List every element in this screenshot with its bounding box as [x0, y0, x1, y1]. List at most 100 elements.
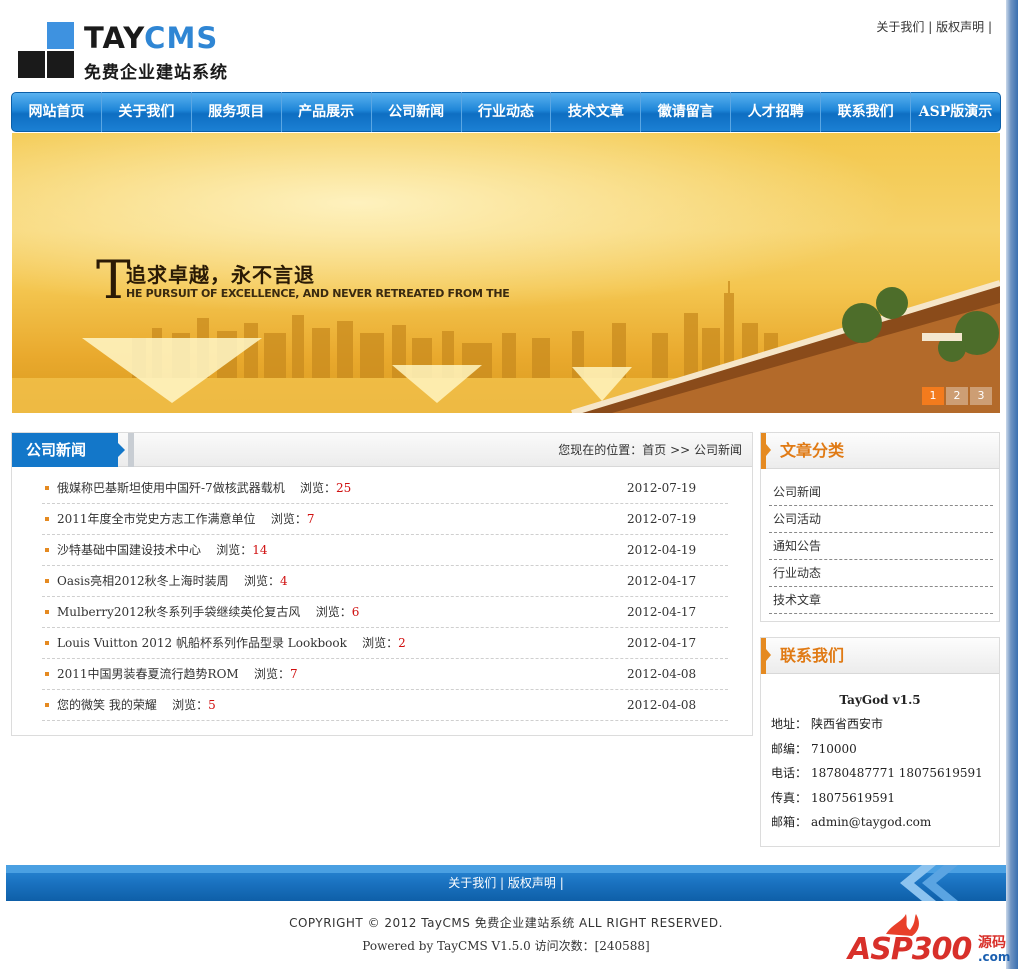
news-views-count: 7	[306, 512, 315, 526]
contact-info: TayGod v1.5 地址： 陕西省西安市 邮编： 710000 电话： 18780…	[761, 674, 999, 835]
news-row[interactable]: Oasis亮相2012秋冬上海时装周 浏览：4 2012-04-17	[42, 566, 728, 597]
news-views-count: 5	[208, 698, 216, 712]
category-item[interactable]: 技术文章	[769, 587, 993, 614]
footer-link-sep: |	[500, 876, 505, 890]
news-title[interactable]: 您的微笑 我的荣耀	[57, 698, 157, 712]
news-row[interactable]: Louis Vuitton 2012 帆船杯系列作品型录 Lookbook 浏览…	[42, 628, 728, 659]
watermark-suffix-top: 源码	[978, 935, 1006, 951]
nav-item-about[interactable]: 关于我们	[102, 92, 192, 132]
bullet-icon	[45, 703, 49, 707]
news-title-link[interactable]: 您的微笑 我的荣耀 浏览：5	[57, 690, 216, 721]
hero-banner[interactable]: T 追求卓越，永不言退 HE PURSUIT OF EXCELLENCE, AN…	[12, 133, 1000, 413]
news-views-count: 14	[252, 543, 268, 557]
news-row[interactable]: Mulberry2012秋冬系列手袋继续英伦复古风 浏览：6 2012-04-17	[42, 597, 728, 628]
logo-wordmark: TAYCMS	[84, 22, 218, 54]
category-item[interactable]: 通知公告	[769, 533, 993, 560]
logo-square-blue	[47, 22, 74, 49]
news-title-link[interactable]: 沙特基础中国建设技术中心 浏览：14	[57, 535, 268, 566]
bullet-icon	[45, 486, 49, 490]
news-row[interactable]: 您的微笑 我的荣耀 浏览：5 2012-04-08	[42, 690, 728, 721]
nav-item-asp-demo[interactable]: ASP版演示	[911, 92, 1000, 132]
watermark-logo-text: ASP300	[848, 932, 972, 967]
news-views-label: 浏览：	[315, 605, 352, 619]
header-arrow-icon	[766, 649, 771, 661]
news-views-count: 7	[289, 667, 298, 681]
news-title[interactable]: 2011中国男装春夏流行趋势ROM	[57, 667, 239, 681]
bullet-icon	[45, 517, 49, 521]
news-views-label: 浏览：	[270, 512, 307, 526]
news-title-link[interactable]: Mulberry2012秋冬系列手袋继续英伦复古风 浏览：6	[57, 597, 359, 628]
category-item[interactable]: 行业动态	[769, 560, 993, 587]
footer-link-copyright[interactable]: 版权声明	[508, 876, 556, 890]
chevron-left-icon	[900, 865, 958, 901]
logo-square-dark-1	[18, 51, 45, 78]
news-title[interactable]: Mulberry2012秋冬系列手袋继续英伦复古风	[57, 605, 300, 619]
site-logo[interactable]: TAYCMS 免费企业建站系统	[18, 22, 238, 83]
news-title-link[interactable]: 俄媒称巴基斯坦使用中国歼-7做核武器载机 浏览：25	[57, 473, 351, 504]
nav-item-jobs[interactable]: 人才招聘	[731, 92, 822, 132]
category-item[interactable]: 公司新闻	[769, 479, 993, 506]
news-row[interactable]: 沙特基础中国建设技术中心 浏览：14 2012-04-19	[42, 535, 728, 566]
news-date: 2012-04-17	[627, 605, 697, 619]
banner-dot-2[interactable]: 2	[946, 387, 968, 405]
footer-link-sep: |	[559, 876, 564, 890]
news-views-label: 浏览：	[253, 667, 290, 681]
news-row[interactable]: 2011中国男装春夏流行趋势ROM 浏览：7 2012-04-08	[42, 659, 728, 690]
contact-phone: 电话： 18780487771 18075619591	[771, 766, 983, 780]
breadcrumb[interactable]: 您现在的位置：首页 >> 公司新闻	[558, 433, 742, 467]
category-panel-title: 文章分类	[780, 441, 845, 460]
contact-fax: 传真： 18075619591	[771, 790, 895, 805]
nav-item-home[interactable]: 网站首页	[12, 92, 102, 132]
nav-item-company-news[interactable]: 公司新闻	[372, 92, 462, 132]
contact-email: 邮箱： admin@taygod.com	[771, 815, 932, 829]
category-panel: 文章分类 公司新闻 公司活动 通知公告 行业动态 技术文章	[760, 432, 1000, 622]
news-views-label: 浏览：	[243, 574, 280, 588]
footer-link-about[interactable]: 关于我们	[448, 876, 496, 890]
banner-slogan: 追求卓越，永不言退	[126, 263, 315, 287]
news-list: 俄媒称巴基斯坦使用中国歼-7做核武器载机 浏览：25 2012-07-19 2011…	[42, 473, 728, 721]
news-title-link[interactable]: Oasis亮相2012秋冬上海时装周 浏览：4	[57, 566, 288, 597]
top-link-about[interactable]: 关于我们	[876, 20, 924, 34]
top-links: 关于我们 | 版权声明 |	[876, 18, 992, 35]
banner-dot-1[interactable]: 1	[922, 387, 944, 405]
top-link-copyright[interactable]: 版权声明	[936, 20, 984, 34]
news-row[interactable]: 2011年度全市党史方志工作满意单位 浏览：7 2012-07-19	[42, 504, 728, 535]
news-panel-header: 公司新闻 您现在的位置：首页 >> 公司新闻	[12, 433, 752, 467]
news-title-link[interactable]: 2011年度全市党史方志工作满意单位 浏览：7	[57, 504, 314, 535]
nav-item-products[interactable]: 产品展示	[282, 92, 372, 132]
news-views-label: 浏览：	[299, 481, 336, 495]
watermark-suffix-bottom: .com	[978, 950, 1011, 964]
news-title[interactable]: 2011年度全市党史方志工作满意单位	[57, 512, 256, 526]
news-title[interactable]: 沙特基础中国建设技术中心	[57, 543, 201, 557]
nav-item-tech[interactable]: 技术文章	[551, 92, 642, 132]
news-title[interactable]: Louis Vuitton 2012 帆船杯系列作品型录 Lookbook	[57, 636, 347, 650]
news-panel: 公司新闻 您现在的位置：首页 >> 公司新闻 俄媒称巴基斯坦使用中国歼-7做核武…	[11, 432, 753, 736]
contact-panel-title: 联系我们	[780, 646, 845, 665]
news-views-count: 6	[351, 605, 360, 619]
news-row[interactable]: 俄媒称巴基斯坦使用中国歼-7做核武器载机 浏览：25 2012-07-19	[42, 473, 728, 504]
news-date: 2012-04-08	[627, 698, 697, 712]
banner-dot-3[interactable]: 3	[970, 387, 992, 405]
contact-address: 地址： 陕西省西安市	[771, 717, 884, 731]
nav-item-services[interactable]: 服务项目	[192, 92, 282, 132]
bullet-icon	[45, 610, 49, 614]
news-title-link[interactable]: Louis Vuitton 2012 帆船杯系列作品型录 Lookbook 浏览…	[57, 628, 406, 659]
news-title[interactable]: 俄媒称巴基斯坦使用中国歼-7做核武器载机	[57, 481, 285, 495]
nav-item-contact[interactable]: 联系我们	[821, 92, 912, 132]
nav-item-guestbook[interactable]: 徽请留言	[641, 92, 732, 132]
category-item[interactable]: 公司活动	[769, 506, 993, 533]
bullet-icon	[45, 579, 49, 583]
news-date: 2012-07-19	[627, 481, 697, 495]
news-title-link[interactable]: 2011中国男装春夏流行趋势ROM 浏览：7	[57, 659, 298, 690]
banner-slogan-en: HE PURSUIT OF EXCELLENCE, AND NEVER RETR…	[126, 287, 510, 300]
news-views-count: 25	[335, 481, 352, 495]
logo-cms: CMS	[144, 21, 219, 55]
category-list: 公司新闻 公司活动 通知公告 行业动态 技术文章	[761, 469, 999, 620]
news-title[interactable]: Oasis亮相2012秋冬上海时装周	[57, 574, 229, 588]
nav-item-industry[interactable]: 行业动态	[462, 92, 552, 132]
news-panel-title: 公司新闻	[12, 433, 118, 467]
bullet-icon	[45, 641, 49, 645]
bullet-icon	[45, 548, 49, 552]
logo-subtitle: 免费企业建站系统	[84, 63, 228, 83]
category-panel-header: 文章分类	[761, 433, 999, 469]
